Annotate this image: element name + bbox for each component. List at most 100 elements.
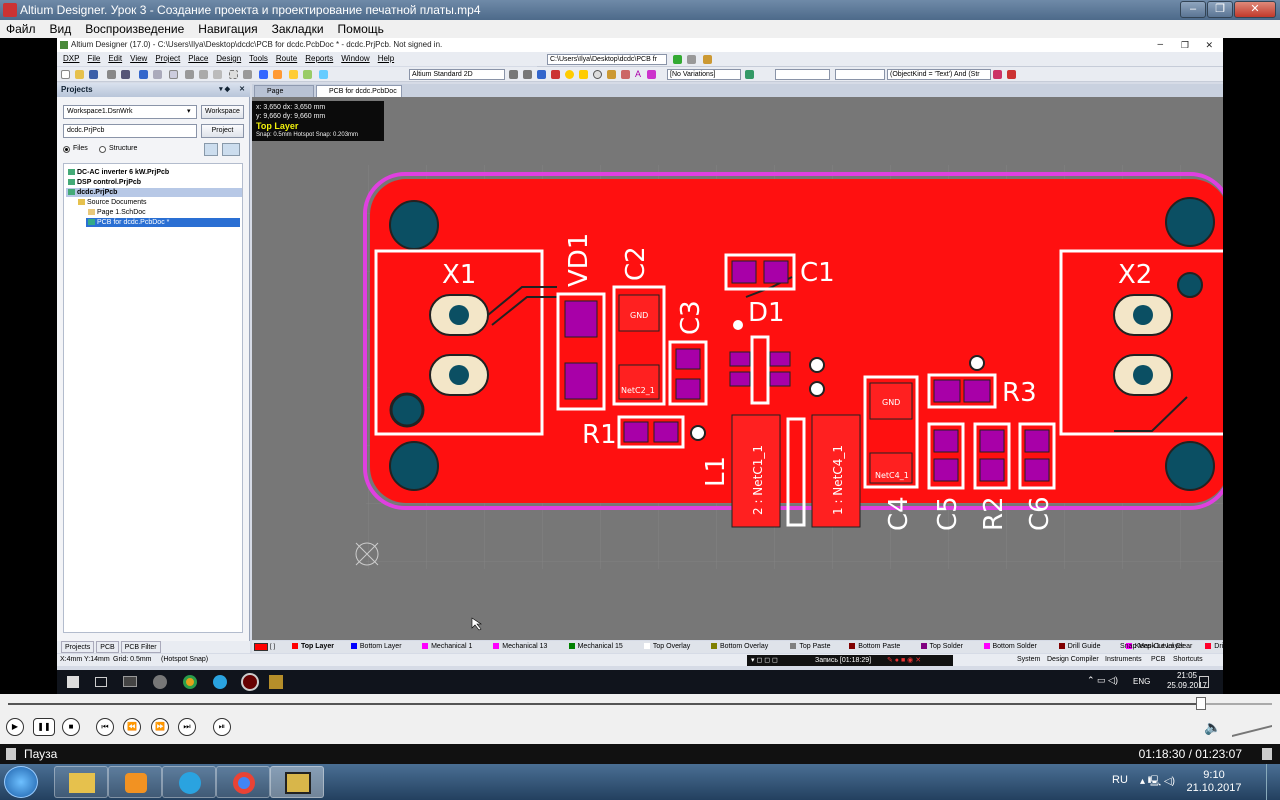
resize-icon[interactable] [1262,748,1272,760]
view-mode-select[interactable]: Altium Standard 2D [409,69,505,80]
tree-item-dcac[interactable]: DC-AC inverter 6 kW.PrjPcb [66,168,169,177]
tab-pcb-filter[interactable]: PCB Filter [120,641,161,653]
layer-tab[interactable]: Top Layer [292,641,334,653]
cut-icon[interactable] [185,70,194,79]
cross-probe-icon[interactable] [303,70,312,79]
apply-filter-icon[interactable] [1007,70,1016,79]
taskbar-explorer[interactable] [54,766,108,798]
pad-icon[interactable] [565,70,574,79]
volume-slider[interactable] [1232,717,1272,737]
terminal-icon[interactable] [123,676,137,687]
tray-icons[interactable]: ⌃ ▭ ◁) [1087,675,1118,686]
document-path-box[interactable]: C:\Users\Ilya\Desktop\dcdc\PCB fr [547,54,667,65]
net-icon[interactable] [551,70,560,79]
interactive-route-icon[interactable] [523,70,532,79]
menu-navigation[interactable]: Навигация [198,20,257,38]
minimize-button[interactable]: – [1180,1,1206,18]
layer-tab[interactable]: Bottom Overlay [711,641,768,653]
diff-pair-icon[interactable] [537,70,546,79]
project-field[interactable]: dcdc.PrjPcb [63,124,197,138]
taskbar-clock[interactable]: 9:10 21.10.2017 [1184,769,1244,795]
next-button[interactable]: ⏭ [178,718,196,736]
forward-button[interactable]: ⏩ [151,718,169,736]
zoom-icon[interactable] [121,70,130,79]
workspace-button[interactable]: Workspace [201,105,244,119]
altium-menu-dxp[interactable]: DXP [63,52,79,66]
altium-menu-design[interactable]: Design [216,52,241,66]
volume-icon[interactable]: 🔈 [1204,719,1221,736]
app-icon[interactable] [153,675,167,689]
tab-schdoc[interactable]: Page 1.SchDoc [254,85,314,107]
chrome-icon[interactable] [183,675,197,689]
copy-icon[interactable] [199,70,208,79]
browse-icon[interactable] [153,70,162,79]
clear-filter-icon[interactable] [993,70,1002,79]
windows-logo-icon[interactable] [67,676,79,688]
layer-tab[interactable]: Top Solder [920,641,963,653]
panel-tab-system[interactable]: System [1017,654,1040,666]
frame-step-button[interactable]: ⏯ [213,718,231,736]
layer-tab[interactable]: Mechanical 15 [568,641,623,653]
tree-item-dsp[interactable]: DSP control.PrjPcb [66,178,141,187]
play-button[interactable]: ▶ [6,718,24,736]
altium-menu-window[interactable]: Window [341,52,369,66]
taskbar-lang[interactable]: RU [1112,774,1128,786]
menu-help[interactable]: Помощь [338,20,384,38]
notification-icon[interactable] [1199,676,1209,688]
select-icon[interactable] [169,70,178,79]
go-back-icon[interactable] [687,55,696,64]
variant-icon[interactable] [745,70,754,79]
altium-minimize-icon[interactable]: – [1157,38,1163,52]
layer-tab[interactable]: Drill Guide [1058,641,1100,653]
start-button[interactable] [4,766,38,798]
workspace-select[interactable]: Workspace1.DsnWrk [63,105,197,119]
refresh-icon[interactable] [204,143,218,156]
go-forward-icon[interactable] [673,55,682,64]
video-lang[interactable]: ENG [1133,677,1150,686]
altium-menu-help[interactable]: Help [378,52,394,66]
taskbar-player[interactable] [108,766,162,798]
move-icon[interactable] [243,70,252,79]
project-button[interactable]: Project [201,124,244,138]
filter-query-select[interactable]: (ObjectKind = 'Text') And (Str [887,69,991,80]
seek-handle[interactable] [1196,697,1207,710]
taskbar-chrome[interactable] [216,766,270,798]
select-area-icon[interactable] [229,70,238,79]
via-icon[interactable] [579,70,588,79]
layer-set-icon[interactable]: [ ] [270,641,275,653]
show-desktop-button[interactable] [1266,764,1280,800]
pcb-canvas[interactable]: X1 X2 VD1 C2 C3 C1 D1 R1 L1 R3 C4 C5 R2 … [252,97,1223,640]
layer-tab[interactable]: Mechanical 13 [493,641,547,653]
open-folder-icon[interactable] [75,70,84,79]
arc-icon[interactable] [593,70,602,79]
layer-stack-icon[interactable] [139,70,148,79]
layer-tab[interactable]: Bottom Paste [849,641,900,653]
layer-tab[interactable]: Drill Drawing [1205,641,1223,653]
component-icon[interactable] [647,70,656,79]
telegram-icon[interactable] [213,675,227,689]
redo-icon[interactable] [273,70,282,79]
previous-button[interactable]: ⏮ [96,718,114,736]
menu-playback[interactable]: Воспроизведение [85,20,184,38]
route-icon[interactable] [509,70,518,79]
tab-projects[interactable]: Projects [61,641,95,653]
menu-file[interactable]: Файл [6,20,36,38]
altium-menu-edit[interactable]: Edit [108,52,122,66]
highlight-icon[interactable] [289,70,298,79]
panel-tab-shortcuts[interactable]: Shortcuts [1173,654,1203,666]
snap-controls[interactable]: Snap Mask Level Clear [1120,641,1192,653]
tab-pcbdoc[interactable]: PCB for dcdc.PcbDoc * [316,85,402,107]
tree-item-schdoc[interactable]: Page 1.SchDoc [86,208,146,217]
panel-tab-instruments[interactable]: Instruments [1105,654,1142,666]
home-icon[interactable] [703,55,712,64]
filter-level-select[interactable] [835,69,885,80]
help-icon[interactable] [319,70,328,79]
filter-mask-select[interactable] [775,69,830,80]
altium-close-icon[interactable]: ✕ [1205,38,1213,52]
string-icon[interactable]: A [635,69,641,79]
altium-taskbar-icon[interactable] [269,675,283,689]
tray-icons[interactable]: ▴ 🖳 ◁) [1140,774,1175,791]
panel-close-icon[interactable]: ✕ [239,83,245,97]
altium-menu-project[interactable]: Project [155,52,180,66]
project-options-icon[interactable] [222,143,240,156]
